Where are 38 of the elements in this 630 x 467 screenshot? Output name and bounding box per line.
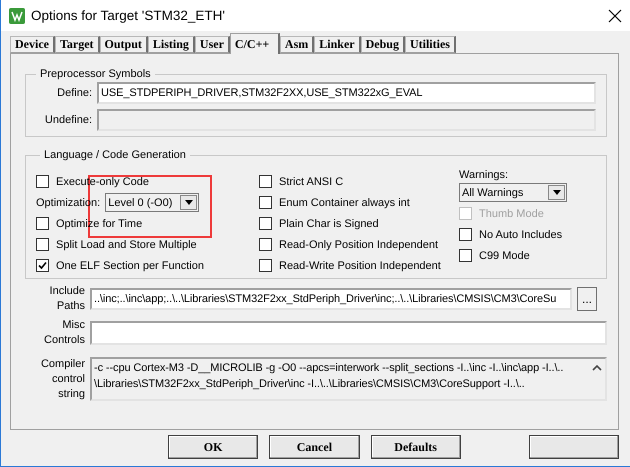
browse-button[interactable]: ... (577, 287, 597, 311)
tab[interactable]: Asm (280, 36, 314, 53)
checkbox-label: Split Load and Store Multiple (56, 238, 197, 250)
dialog-button[interactable]: Cancel (269, 435, 360, 459)
checkbox-label: Read-Write Position Independent (279, 260, 441, 272)
tab[interactable]: C/C++ (230, 33, 280, 54)
text-area[interactable]: -c --cpu Cortex-M3 -D__MICROLIB -g -O0 --apcs=interwork --split_sections -I..\inc -I..\inc\app -I..\.. \Libraries\STM32F2xx_StdPeriph_Driver\inc -I..\..\Libraries\CMSIS\CM3\CoreSupport -I..\.. (90, 357, 607, 401)
field-label: Undefine: (44, 112, 92, 128)
text-field[interactable]: USE_STDPERIPH_DRIVER,STM32F2XX,USE_STM322xG_EVAL (97, 82, 596, 104)
checkbox-label: C99 Mode (479, 250, 530, 262)
checkbox-label: Enum Container always int (279, 196, 410, 208)
checkbox-label: Plain Char is Signed (279, 218, 379, 230)
field-label: Compiler control string (40, 357, 85, 402)
text-field[interactable]: ..\inc;..\inc\app;..\..\Libraries\STM32F2xx_StdPeriph_Driver\inc;..\..\Libraries\CMSIS\CM3\CoreSu (90, 288, 572, 310)
checkbox-label: One ELF Section per Function (56, 260, 204, 272)
dialog-button[interactable]: OK (168, 435, 258, 459)
dialog-button[interactable]: Defaults (370, 435, 461, 459)
checkbox-label: Read-Only Position Independent (279, 238, 438, 250)
tab[interactable]: User (194, 36, 230, 53)
tab[interactable]: Debug (360, 36, 405, 53)
checkbox-label: No Auto Includes (479, 228, 562, 240)
dropdown[interactable]: Level 0 (-O0) (105, 193, 200, 212)
checkbox-label: Strict ANSI C (279, 176, 344, 188)
dropdown[interactable]: All Warnings (459, 183, 567, 202)
tab[interactable]: Listing (148, 36, 195, 53)
field-label: Warnings: (459, 168, 508, 180)
group-title: Preprocessor Symbols (39, 68, 152, 80)
tab[interactable]: Device (10, 36, 55, 53)
field-label: Include Paths (48, 284, 85, 314)
tab[interactable]: Utilities (404, 36, 456, 53)
tab[interactable]: Target (54, 36, 100, 53)
window-title: Options for Target 'STM32_ETH' (31, 8, 226, 23)
tab[interactable]: Linker (314, 36, 361, 53)
checkbox-label: Thumb Mode (479, 208, 544, 220)
field-label: Define: (56, 86, 92, 100)
group-title: Language / Code Generation (43, 149, 187, 161)
tab[interactable]: Output (100, 36, 148, 53)
field-label: Misc Controls (43, 318, 85, 348)
